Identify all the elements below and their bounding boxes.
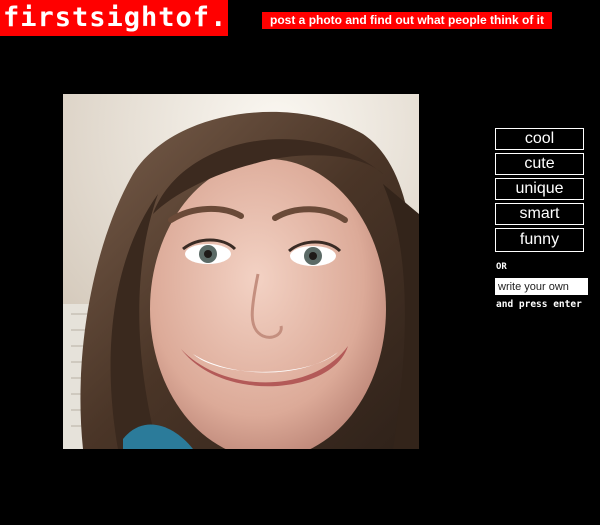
tagline-banner: post a photo and find out what people th… — [262, 12, 552, 29]
page: firstsightof.me post a photo and find ou… — [0, 0, 600, 525]
or-label: OR — [496, 262, 507, 272]
enter-hint: and press enter — [496, 299, 582, 310]
vote-button-cool[interactable]: cool — [495, 128, 584, 150]
custom-word-input[interactable] — [495, 278, 588, 295]
vote-button-unique[interactable]: unique — [495, 178, 584, 200]
vote-button-smart[interactable]: smart — [495, 203, 584, 225]
site-logo[interactable]: firstsightof.me — [0, 0, 228, 36]
vote-button-cute[interactable]: cute — [495, 153, 584, 175]
vote-button-funny[interactable]: funny — [495, 228, 584, 252]
vote-options: cool cute unique smart funny — [495, 128, 584, 255]
submitted-photo — [63, 94, 419, 449]
